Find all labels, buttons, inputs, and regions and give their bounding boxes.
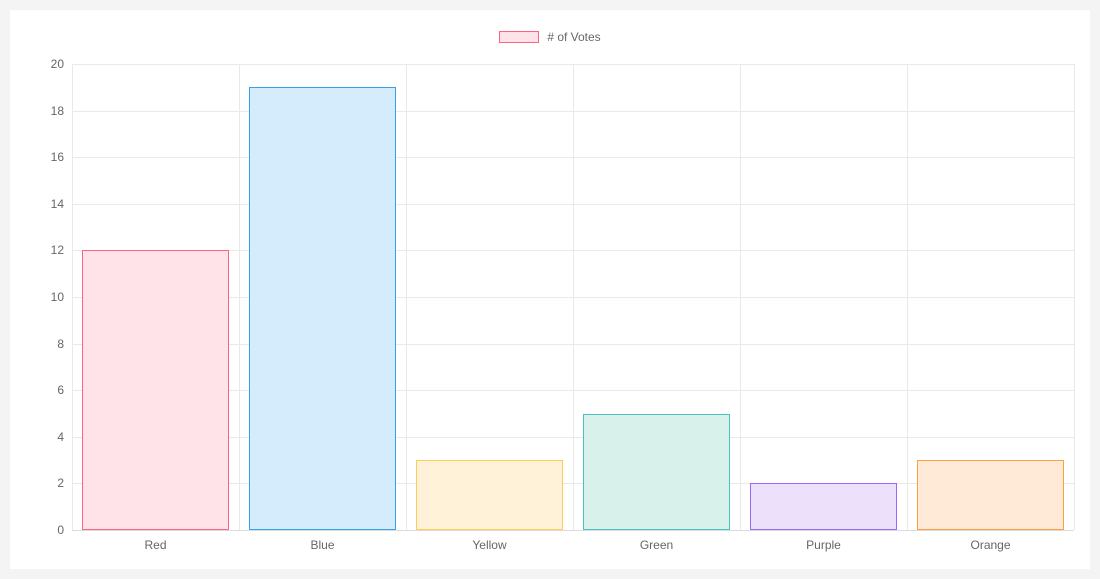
x-tick-label: Orange	[970, 538, 1010, 552]
y-tick-label: 16	[14, 150, 64, 164]
bar-blue[interactable]	[249, 87, 396, 530]
x-tick-label: Blue	[310, 538, 334, 552]
y-tick-label: 20	[14, 57, 64, 71]
bar-purple[interactable]	[750, 483, 897, 530]
x-tick-label: Yellow	[472, 538, 506, 552]
x-axis-line	[72, 530, 1074, 531]
chart-plot-area: 02468101214161820RedBlueYellowGreenPurpl…	[72, 64, 1074, 530]
y-tick-label: 8	[14, 337, 64, 351]
x-tick-label: Red	[144, 538, 166, 552]
grid-line-v	[573, 64, 574, 530]
bar-red[interactable]	[82, 250, 229, 530]
bar-yellow[interactable]	[416, 460, 563, 530]
y-tick-label: 6	[14, 383, 64, 397]
bar-orange[interactable]	[917, 460, 1064, 530]
x-tick-label: Green	[640, 538, 673, 552]
grid-line-v	[907, 64, 908, 530]
y-tick-label: 14	[14, 197, 64, 211]
grid-line-v	[239, 64, 240, 530]
grid-line-v	[72, 64, 73, 530]
legend-label: # of Votes	[547, 30, 600, 44]
y-tick-label: 0	[14, 523, 64, 537]
y-tick-label: 2	[14, 476, 64, 490]
bar-green[interactable]	[583, 414, 730, 531]
y-tick-label: 18	[14, 104, 64, 118]
chart-legend[interactable]: # of Votes	[10, 30, 1090, 44]
x-tick-label: Purple	[806, 538, 841, 552]
grid-line-v	[1074, 64, 1075, 530]
legend-swatch	[499, 31, 539, 43]
chart-frame: # of Votes 02468101214161820RedBlueYello…	[10, 10, 1090, 569]
y-tick-label: 4	[14, 430, 64, 444]
y-tick-label: 10	[14, 290, 64, 304]
y-tick-label: 12	[14, 243, 64, 257]
grid-line-v	[740, 64, 741, 530]
grid-line-v	[406, 64, 407, 530]
